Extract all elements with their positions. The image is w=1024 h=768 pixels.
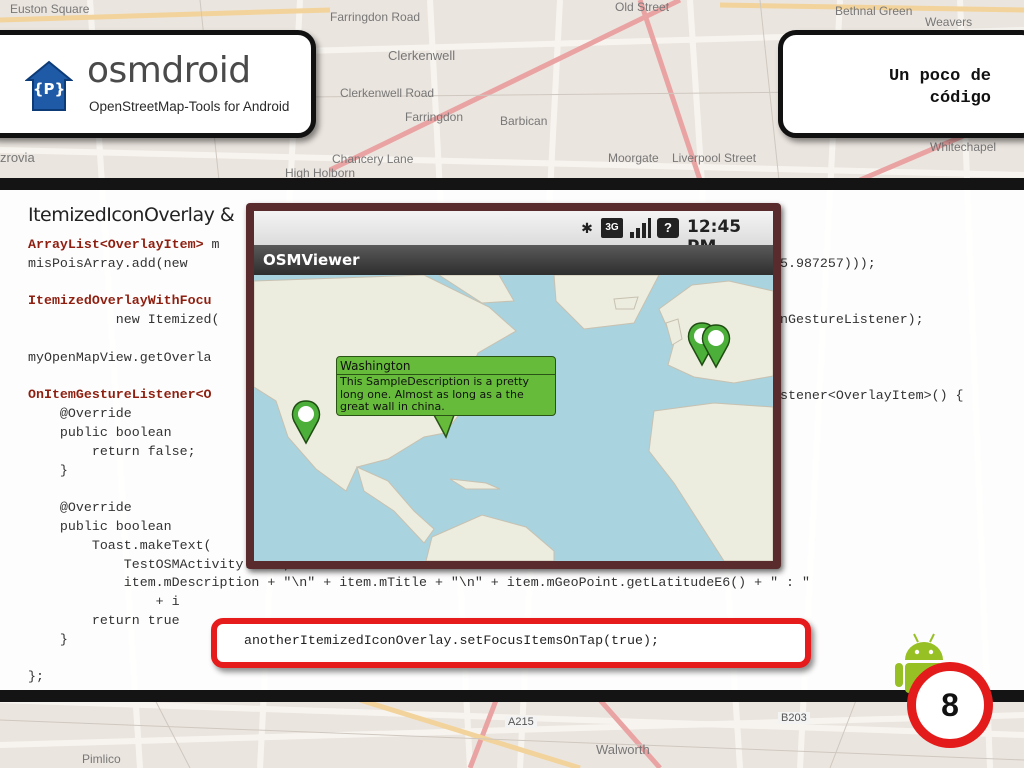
map-label: B203: [778, 712, 810, 724]
info-bubble[interactable]: Washington This SampleDescription is a p…: [336, 356, 556, 416]
slide-title-line: Un poco de: [888, 67, 991, 86]
help-icon: ?: [657, 218, 679, 238]
code-text: return false;: [28, 443, 196, 459]
app-title-bar: OSMViewer: [254, 245, 773, 275]
3g-icon: 3G: [601, 218, 623, 238]
map-label: Whitechapel: [930, 140, 997, 154]
map-label: Moorgate: [608, 151, 659, 165]
slide-number: 8: [941, 687, 959, 723]
code-text: public boolean: [28, 518, 180, 534]
slide-title-line: código: [929, 89, 991, 108]
code-text: }: [28, 462, 68, 478]
app-title: OSMViewer: [263, 251, 360, 269]
logo-subtitle: OpenStreetMap-Tools for Android: [89, 99, 290, 114]
code-fragment: stener<OverlayItem>() {: [780, 388, 964, 403]
callout-code: anotherItemizedIconOverlay.setFocusItems…: [244, 633, 659, 648]
logo-title: osmdroid: [87, 50, 251, 91]
bubble-body: This SampleDescription is a pretty long …: [340, 375, 530, 413]
phone-screen: ✱ 3G ? 12:45 PM OSMViewer Washington Thi…: [254, 211, 773, 561]
code-text: };: [28, 669, 44, 685]
code-keyword: ItemizedOverlayWithFocu: [28, 293, 212, 309]
slide-title-panel: Un poco de código: [778, 30, 1024, 138]
map-label: Pimlico: [82, 752, 121, 766]
code-text: @Override: [28, 500, 132, 516]
code-text: m: [203, 237, 220, 252]
code-text: return true: [28, 612, 180, 628]
code-fragment: nGestureListener);: [780, 312, 924, 327]
map-label: Farringdon: [405, 110, 464, 124]
bubble-title: Washington: [340, 359, 411, 373]
map-label: Bethnal Green: [835, 4, 913, 18]
map-label: A215: [505, 716, 537, 728]
phone-screenshot: ✱ 3G ? 12:45 PM OSMViewer Washington Thi…: [246, 203, 781, 569]
code-fragment: 5.987257)));: [780, 256, 876, 271]
code-keyword: OnItemGestureListener<O: [28, 387, 212, 403]
map-label: Clerkenwell Road: [340, 86, 435, 100]
code-text: item.mDescription + "\n" + item.mTitle +…: [28, 575, 810, 591]
map-label: Weavers: [925, 15, 973, 29]
code-text: + i: [28, 594, 180, 610]
bluetooth-icon: ✱: [581, 220, 593, 236]
slide-title: Un poco de código: [889, 66, 991, 110]
map-label: Clerkenwell: [388, 48, 456, 63]
code-text: }: [28, 631, 68, 647]
code-text: Toast.makeText(: [28, 537, 212, 553]
code-line: + i: [28, 593, 810, 612]
map-label: Farringdon Road: [330, 10, 421, 24]
code-text: new Itemized(: [28, 312, 220, 328]
signal-icon: [629, 218, 651, 238]
logo-glyph: {P}: [32, 80, 66, 98]
code-text: myOpenMapView.getOverla: [28, 349, 212, 365]
code-line: item.mDescription + "\n" + item.mTitle +…: [28, 574, 810, 593]
map-label: Walworth: [596, 742, 650, 757]
map-label: Chancery Lane: [332, 152, 414, 166]
phone-status-bar: ✱ 3G ? 12:45 PM: [254, 211, 773, 257]
network-label: 3G: [605, 222, 619, 233]
map-label: Barbican: [500, 114, 548, 128]
map-label: zrovia: [0, 150, 35, 165]
code-keyword: ArrayList<OverlayItem>: [28, 237, 204, 252]
code-line: };: [28, 668, 810, 687]
slide-number-badge: 8: [907, 662, 993, 748]
code-text: misPoisArray.add(new: [28, 255, 196, 271]
code-text: @Override: [28, 406, 132, 422]
map-label: Liverpool Street: [672, 151, 757, 165]
logo-panel: {P} osmdroid OpenStreetMap-Tools for And…: [0, 30, 316, 138]
section-heading: ItemizedIconOverlay &: [28, 204, 235, 226]
map-label: Old Street: [615, 0, 670, 14]
map-label: Euston Square: [10, 2, 90, 16]
code-text: public boolean: [28, 424, 180, 440]
osmdroid-p-house-icon: {P}: [24, 60, 74, 112]
footer-divider-band: [0, 690, 1024, 702]
highlighted-code-callout: anotherItemizedIconOverlay.setFocusItems…: [211, 618, 811, 668]
header-divider-band: [0, 178, 1024, 190]
